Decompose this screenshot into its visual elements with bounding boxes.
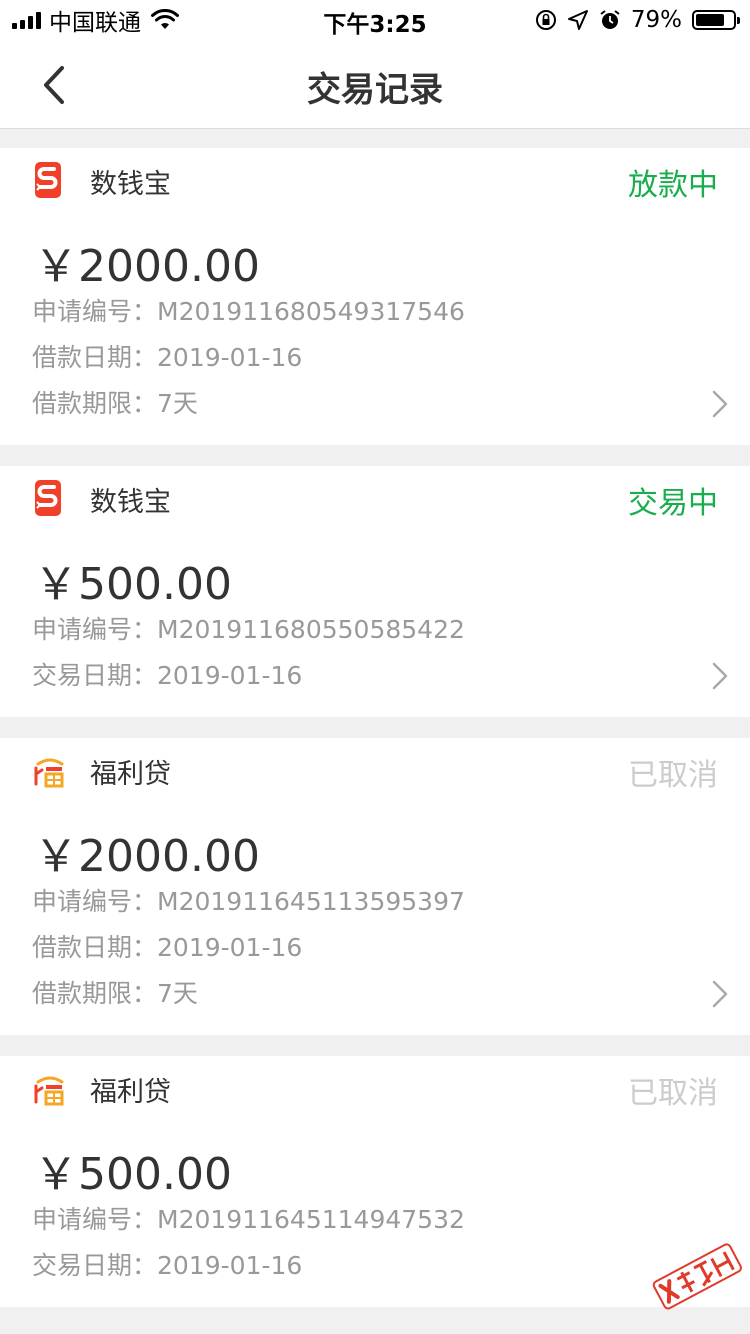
info-label: 借款期限： [32, 979, 158, 1008]
battery-icon [692, 10, 740, 30]
info-label: 申请编号： [32, 1205, 158, 1234]
amount: ￥500.00 [34, 559, 232, 610]
info-label: 借款日期： [32, 343, 158, 372]
info-label: 申请编号： [32, 297, 158, 326]
shuqianbao-logo-icon [35, 480, 61, 516]
info-label: 申请编号： [32, 887, 158, 916]
info-label: 借款日期： [32, 933, 158, 962]
record-card[interactable]: 数钱宝 放款中 ￥2000.00 申请编号：M20191168054931754… [0, 148, 750, 445]
application-number-row: 申请编号：M201911645114947532 [32, 1200, 465, 1236]
info-value: 2019-01-16 [157, 661, 303, 690]
location-icon [567, 10, 588, 30]
record-card[interactable]: 福利贷 已取消 ￥500.00 申请编号：M201911645114947532… [0, 1056, 750, 1307]
fulidai-logo-icon [34, 758, 64, 788]
info-label: 交易日期： [32, 1251, 158, 1280]
record-card[interactable]: 数钱宝 交易中 ￥500.00 申请编号：M201911680550585422… [0, 466, 750, 717]
application-number-row: 申请编号：M201911680549317546 [32, 292, 465, 328]
merchant-name: 福利贷 [90, 1077, 171, 1108]
status-badge: 交易中 [628, 486, 718, 521]
info-value: M201911645113595397 [157, 887, 465, 916]
amount: ￥2000.00 [34, 241, 260, 292]
info-value: M201911680550585422 [157, 615, 465, 644]
amount: ￥2000.00 [34, 831, 260, 882]
alarm-icon [600, 10, 620, 29]
status-right: 79% [535, 6, 740, 34]
page-title: 交易记录 [307, 70, 443, 110]
battery-fill [696, 14, 725, 26]
merchant-name: 福利贷 [90, 759, 171, 790]
loan-date-row: 借款日期：2019-01-16 [32, 338, 302, 374]
info-label: 交易日期： [32, 661, 158, 690]
merchant-name: 数钱宝 [90, 169, 171, 200]
status-badge: 放款中 [628, 168, 718, 203]
watermark-logo [652, 1243, 742, 1310]
nav-bar: 交易记录 [0, 40, 750, 129]
record-card[interactable]: 福利贷 已取消 ￥2000.00 申请编号：M20191164511359539… [0, 738, 750, 1035]
info-value: M201911645114947532 [157, 1205, 465, 1234]
info-value: 2019-01-16 [157, 933, 303, 962]
transaction-date-row: 交易日期：2019-01-16 [32, 656, 302, 692]
loan-date-row: 借款日期：2019-01-16 [32, 928, 302, 964]
info-value: 7天 [157, 389, 198, 418]
info-value: 2019-01-16 [157, 343, 303, 372]
application-number-row: 申请编号：M201911645113595397 [32, 882, 465, 918]
battery-percent: 79% [630, 7, 682, 33]
chevron-right-icon[interactable] [710, 388, 730, 420]
transaction-date-row: 交易日期：2019-01-16 [32, 1246, 302, 1282]
chevron-right-icon[interactable] [710, 978, 730, 1010]
loan-term-row: 借款期限：7天 [32, 974, 198, 1010]
info-value: M201911680549317546 [157, 297, 465, 326]
info-label: 申请编号： [32, 615, 158, 644]
status-badge: 已取消 [628, 1076, 718, 1111]
status-badge: 已取消 [628, 758, 718, 793]
shuqianbao-logo-icon [35, 162, 61, 198]
info-value: 7天 [157, 979, 198, 1008]
orientation-lock-icon [535, 10, 556, 30]
battery-tip [737, 17, 740, 24]
fulidai-logo-icon [34, 1076, 64, 1106]
status-bar: 中国联通 下午3:25 79% [0, 0, 750, 40]
application-number-row: 申请编号：M201911680550585422 [32, 610, 465, 646]
merchant-name: 数钱宝 [90, 487, 171, 518]
amount: ￥500.00 [34, 1149, 232, 1200]
chevron-right-icon[interactable] [710, 660, 730, 692]
loan-term-row: 借款期限：7天 [32, 384, 198, 420]
info-label: 借款期限： [32, 389, 158, 418]
info-value: 2019-01-16 [157, 1251, 303, 1280]
